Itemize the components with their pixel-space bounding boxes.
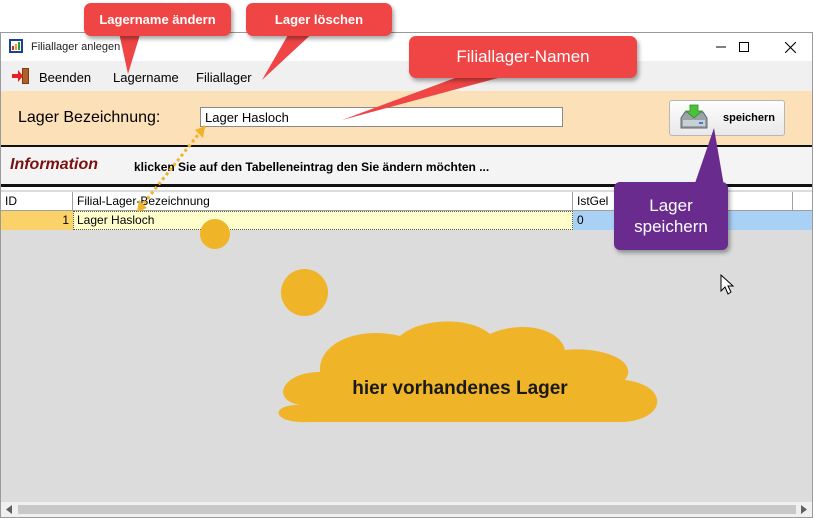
- scrollbar-thumb[interactable]: [18, 505, 796, 514]
- close-button[interactable]: [767, 33, 813, 61]
- info-title: Information: [10, 156, 98, 173]
- maximize-icon: [739, 42, 749, 52]
- form-panel: Lager Bezeichnung: speichern: [1, 91, 812, 145]
- save-button-label: speichern: [723, 112, 775, 124]
- close-icon: [784, 41, 796, 53]
- save-button[interactable]: speichern: [669, 100, 785, 136]
- lager-name-input[interactable]: [200, 107, 563, 127]
- callout-names: Filiallager-Namen: [409, 36, 637, 78]
- callout-save-line2: speichern: [634, 217, 708, 236]
- horizontal-scrollbar[interactable]: [1, 502, 812, 517]
- highlight-dot-small: [200, 219, 230, 249]
- app-icon: [9, 39, 23, 53]
- save-disk-icon: [680, 104, 708, 129]
- app-window: Filiallager anlegen Beenden Lagername Fi…: [0, 32, 813, 518]
- highlight-dot-large: [281, 269, 328, 316]
- callout-save-line1: Lager: [649, 196, 693, 215]
- column-header-id[interactable]: ID: [1, 192, 73, 210]
- scroll-left-icon[interactable]: [5, 505, 13, 514]
- menu-item-lagername[interactable]: Lagername: [113, 70, 179, 85]
- maximize-button[interactable]: [721, 33, 767, 61]
- callout-save: Lager speichern: [614, 182, 728, 250]
- menu-item-filiallager[interactable]: Filiallager: [196, 70, 252, 85]
- info-text: klicken Sie auf den Tabelleneintrag den …: [134, 160, 490, 174]
- scroll-right-icon[interactable]: [800, 505, 808, 514]
- cell-id: 1: [1, 211, 73, 230]
- cell-bezeichnung[interactable]: Lager Hasloch: [73, 211, 573, 230]
- lager-label: Lager Bezeichnung:: [18, 109, 161, 126]
- exit-icon: [12, 68, 29, 84]
- column-header-filler: [793, 192, 812, 210]
- column-header-bezeichnung[interactable]: Filial-Lager-Bezeichnung: [73, 192, 573, 210]
- menu-item-beenden[interactable]: Beenden: [39, 70, 91, 85]
- window-title: Filiallager anlegen: [31, 41, 121, 53]
- menu-bar: Beenden Lagername Filiallager: [1, 61, 812, 91]
- callout-delete: Lager löschen: [246, 3, 392, 36]
- title-bar: Filiallager anlegen: [1, 33, 812, 61]
- callout-rename: Lagername ändern: [84, 3, 231, 36]
- cloud-text: hier vorhandenes Lager: [352, 378, 568, 399]
- info-panel: Information klicken Sie auf den Tabellen…: [1, 145, 812, 187]
